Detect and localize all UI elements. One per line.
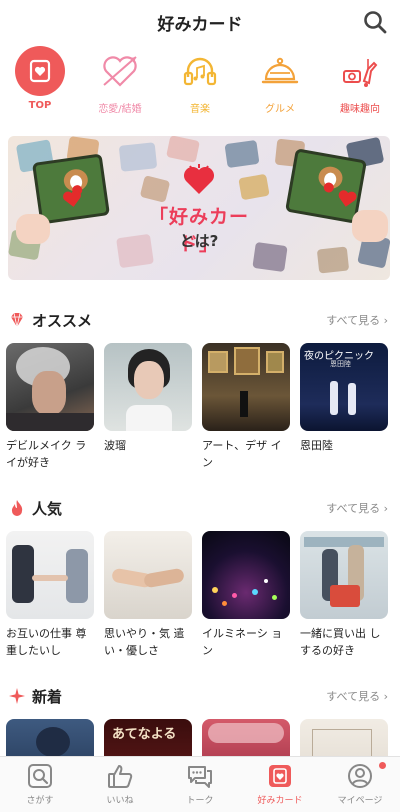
photo-tile xyxy=(316,246,350,274)
category-music[interactable]: 音楽 xyxy=(160,46,240,122)
photo-tile xyxy=(139,175,171,203)
nav-label: 好みカード xyxy=(257,796,303,806)
category-label: 趣味趣向 xyxy=(340,104,380,115)
person-icon xyxy=(348,764,372,788)
card-item[interactable]: お互いの仕事 尊重したいし xyxy=(6,531,94,659)
card-image xyxy=(6,343,94,431)
card-item[interactable]: 一緒に買い出 しするの好き xyxy=(300,531,388,659)
dog-card-left xyxy=(32,153,110,225)
section-title: オススメ xyxy=(32,312,93,330)
nav-label: マイページ xyxy=(337,796,383,806)
card-label: イルミネーシ ョン xyxy=(202,627,283,657)
see-all-link[interactable]: すべて見る › xyxy=(326,688,388,704)
card-label: お互いの仕事 尊重したいし xyxy=(6,627,87,657)
section-title: 人気 xyxy=(32,500,63,518)
chevron-right-icon: › xyxy=(383,690,388,703)
photo-tile xyxy=(238,173,270,201)
section-header-new: 新着 すべて見る › xyxy=(0,685,400,707)
nav-like[interactable]: いいね xyxy=(80,757,160,812)
page-title: 好みカード xyxy=(157,14,243,35)
card-heart-icon xyxy=(269,765,291,787)
card-item[interactable]: 思いやり・気 遣い・優しさ xyxy=(104,531,192,659)
sparkle-icon xyxy=(9,688,25,704)
card-image: 夜のピクニック 恩田陸 xyxy=(300,343,388,431)
card-image xyxy=(104,343,192,431)
nav-mypage[interactable]: マイページ xyxy=(320,757,400,812)
nav-favorite-cards[interactable]: 好みカード xyxy=(240,757,320,812)
bottom-nav: さがす いいね トーク 好みカード マイページ xyxy=(0,756,400,812)
chat-icon xyxy=(188,766,212,788)
card-image-title: あてなよる xyxy=(112,727,177,742)
hand-right xyxy=(352,210,388,242)
card-label: 思いやり・気 遣い・優しさ xyxy=(104,627,185,657)
card-item[interactable]: アート、デザ イン xyxy=(202,343,290,471)
nav-label: いいね xyxy=(106,796,134,806)
search-icon[interactable] xyxy=(362,9,388,35)
chevron-right-icon: › xyxy=(383,502,388,515)
nav-talk[interactable]: トーク xyxy=(160,757,240,812)
chevron-right-icon: › xyxy=(383,314,388,327)
banner-subtitle: とは? xyxy=(179,232,219,250)
card-image xyxy=(202,343,290,431)
category-label: 恋愛/結婚 xyxy=(98,104,142,115)
see-all-link[interactable]: すべて見る › xyxy=(326,312,388,328)
nav-label: さがす xyxy=(26,796,54,806)
card-item[interactable]: デビルメイク ライが好き xyxy=(6,343,94,471)
category-hobby[interactable]: 趣味趣向 xyxy=(320,46,400,122)
search-icon xyxy=(28,764,52,788)
see-all-link[interactable]: すべて見る › xyxy=(326,500,388,516)
card-item[interactable]: イルミネーシ ョン xyxy=(202,531,290,659)
photo-tile xyxy=(166,136,200,163)
category-gourmet[interactable]: グルメ xyxy=(240,46,320,122)
card-label: 一緒に買い出 しするの好き xyxy=(300,627,381,657)
heart-arrow-icon xyxy=(95,46,145,96)
category-label: TOP xyxy=(28,100,52,111)
card-item[interactable]: 夜のピクニック 恩田陸 恩田陸 xyxy=(300,343,388,454)
card-image xyxy=(202,531,290,619)
category-tabs: TOP 恋愛/結婚 音楽 グルメ 趣味趣向 xyxy=(0,46,400,122)
card-item[interactable]: 波瑠 xyxy=(104,343,192,454)
category-label: グルメ xyxy=(265,104,295,115)
card-label: デビルメイク ライが好き xyxy=(6,439,87,469)
flame-icon xyxy=(11,500,23,516)
hobby-icon xyxy=(335,46,385,96)
section-header-recommend: オススメ すべて見る › xyxy=(0,309,400,331)
photo-tile xyxy=(224,139,260,169)
card-image xyxy=(300,531,388,619)
heart-icon xyxy=(183,164,215,194)
cloche-icon xyxy=(255,46,305,96)
photo-tile xyxy=(118,142,158,172)
card-label: 恩田陸 xyxy=(300,439,333,452)
hand-left xyxy=(16,214,50,244)
card-image xyxy=(6,531,94,619)
section-title: 新着 xyxy=(32,688,63,706)
headphones-icon xyxy=(175,46,225,96)
app-header: 好みカード xyxy=(0,0,400,44)
nav-label: トーク xyxy=(186,796,214,806)
category-label: 音楽 xyxy=(190,104,210,115)
notification-dot xyxy=(379,762,386,769)
promo-banner[interactable]: 「好みカード」 とは? xyxy=(8,136,390,280)
category-love[interactable]: 恋愛/結婚 xyxy=(80,46,160,122)
gem-icon xyxy=(11,312,23,328)
card-image xyxy=(104,531,192,619)
thumbs-up-icon xyxy=(108,765,133,788)
card-label: 波瑠 xyxy=(104,439,126,452)
category-top[interactable]: TOP xyxy=(0,46,80,122)
nav-search[interactable]: さがす xyxy=(0,757,80,812)
card-heart-icon xyxy=(15,46,65,96)
section-header-popular: 人気 すべて見る › xyxy=(0,497,400,519)
card-label: アート、デザ イン xyxy=(202,439,282,469)
